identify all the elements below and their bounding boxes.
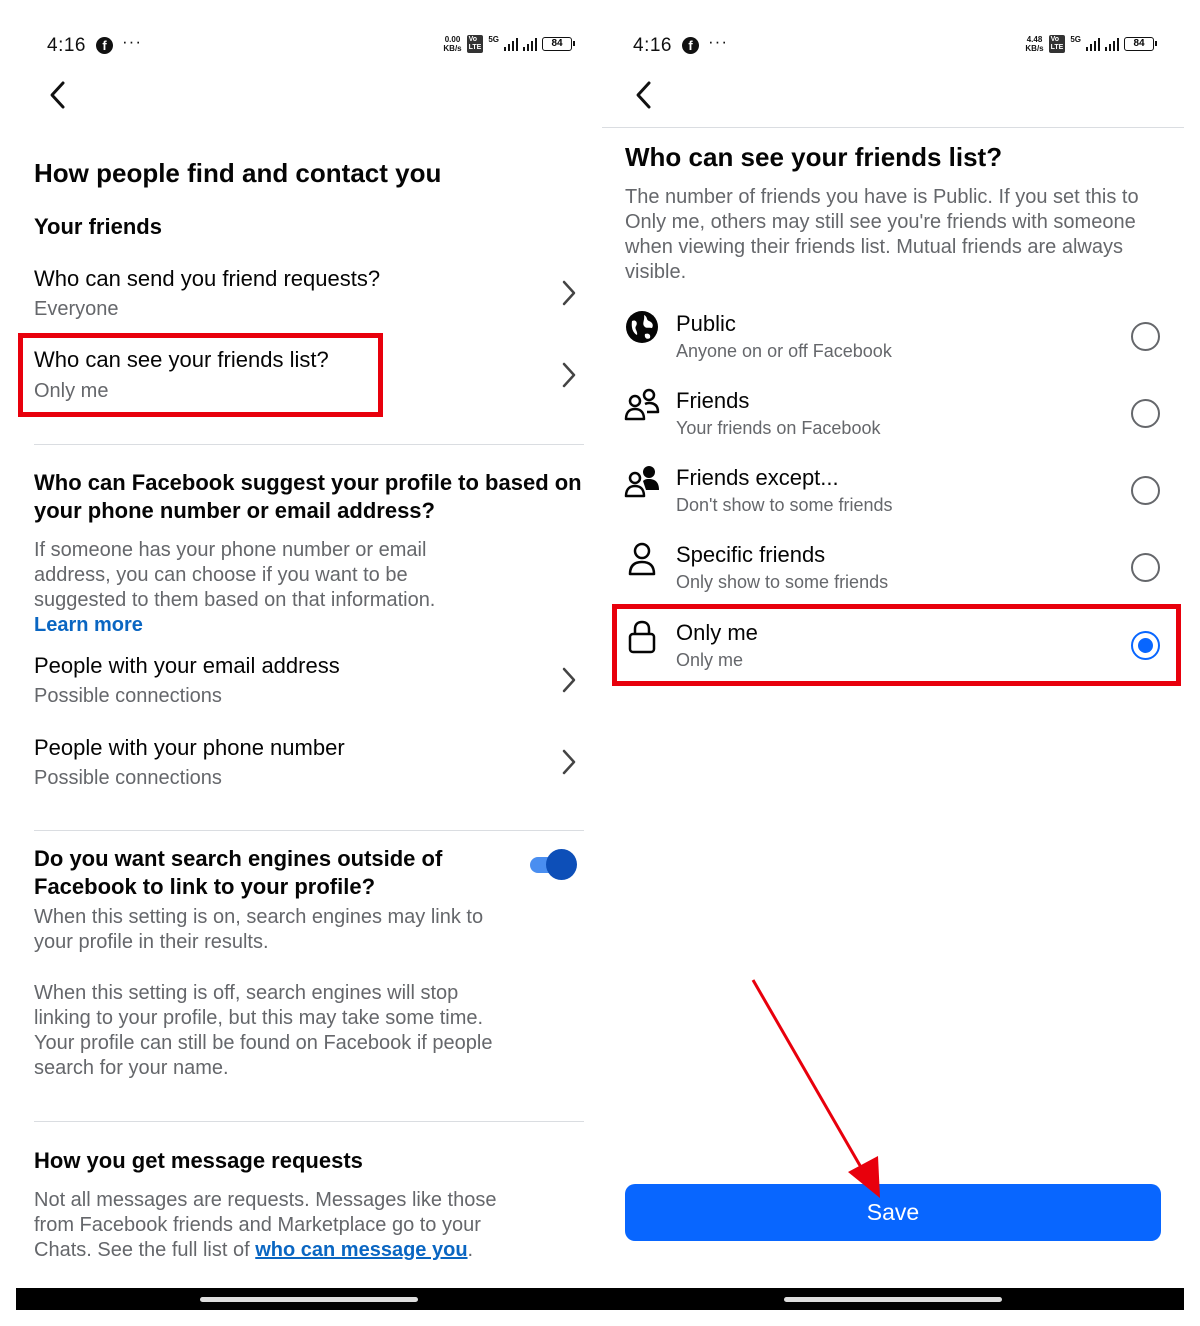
option-title: Friends except... [676, 465, 839, 490]
row-title: Who can send you friend requests? [34, 266, 381, 291]
network-type: 5G [488, 35, 499, 44]
header-divider [602, 127, 1184, 128]
status-bar: 4:16 f ··· 0.00 KB/s Vo LTE 5G 84 [16, 30, 602, 60]
globe-icon [626, 311, 658, 343]
back-arrow-icon[interactable] [45, 78, 71, 112]
more-notifications-icon: ··· [122, 32, 142, 51]
dialog-description: The number of friends you have is Public… [625, 186, 1139, 283]
divider [34, 1121, 584, 1122]
section-message-requests: How you get message requests [34, 1148, 363, 1173]
left-screen: 4:16 f ··· 0.00 KB/s Vo LTE 5G 84 How peo… [16, 0, 602, 1310]
facebook-notification-icon: f [96, 37, 113, 54]
chevron-right-icon [562, 280, 576, 306]
status-time: 4:16 [47, 35, 86, 56]
option-subtitle: Your friends on Facebook [676, 418, 881, 438]
more-notifications-icon: ··· [708, 32, 728, 51]
right-screen: 4:16 f ··· 4.48 KB/s Vo LTE 5G 84 Who can… [602, 0, 1184, 1310]
home-indicator[interactable] [200, 1297, 418, 1302]
chevron-right-icon [562, 749, 576, 775]
facebook-notification-icon: f [682, 37, 699, 54]
navigation-bar [16, 1288, 602, 1310]
dialog-title: Who can see your friends list? [625, 142, 1003, 172]
signal-icon [1086, 37, 1100, 51]
back-arrow-icon[interactable] [631, 78, 657, 112]
section-your-friends: Your friends [34, 214, 162, 239]
option-subtitle: Anyone on or off Facebook [676, 341, 892, 361]
radio-friends[interactable] [1131, 399, 1160, 428]
battery-icon: 84 [542, 37, 575, 51]
option-subtitle: Don't show to some friends [676, 495, 893, 515]
who-can-message-link[interactable]: who can message you [255, 1239, 467, 1261]
suggest-description: If someone has your phone number or emai… [34, 539, 436, 636]
divider [34, 444, 584, 445]
learn-more-link[interactable]: Learn more [34, 614, 143, 636]
chevron-right-icon [562, 362, 576, 388]
friends-icon [624, 388, 660, 421]
section-suggest-profile: Who can Facebook suggest your profile to… [34, 470, 582, 523]
radio-public[interactable] [1131, 322, 1160, 351]
signal-icon [504, 37, 518, 51]
battery-icon: 84 [1124, 37, 1157, 51]
signal-icon-2 [523, 37, 537, 51]
volte-icon: Vo LTE [466, 35, 484, 53]
row-subtitle: Everyone [34, 298, 119, 320]
network-speed: 0.00 KB/s [443, 35, 462, 53]
row-title: People with your email address [34, 653, 340, 678]
network-type: 5G [1070, 35, 1081, 44]
option-title: Friends [676, 388, 750, 413]
highlight-box [612, 604, 1181, 686]
section-search-engines: Do you want search engines outside of Fa… [34, 846, 443, 899]
person-icon [628, 542, 656, 576]
status-bar: 4:16 f ··· 4.48 KB/s Vo LTE 5G 84 [602, 30, 1184, 60]
option-subtitle: Only show to some friends [676, 572, 889, 592]
search-off-description: When this setting is off, search engines… [34, 982, 493, 1079]
row-title: People with your phone number [34, 735, 345, 760]
row-subtitle: Possible connections [34, 685, 222, 707]
volte-icon: Vo LTE [1048, 35, 1066, 53]
row-subtitle: Possible connections [34, 767, 222, 789]
search-on-description: When this setting is on, search engines … [34, 906, 484, 953]
network-speed: 4.48 KB/s [1025, 35, 1044, 53]
navigation-bar [602, 1288, 1184, 1310]
messages-description: Not all messages are requests. Messages … [34, 1189, 497, 1261]
option-title: Public [676, 311, 736, 336]
divider [34, 830, 584, 831]
option-title: Specific friends [676, 542, 826, 567]
friends-except-icon [624, 466, 659, 498]
search-engine-toggle[interactable] [530, 848, 578, 880]
chevron-right-icon [562, 667, 576, 693]
page-title: How people find and contact you [34, 158, 442, 188]
signal-icon-2 [1105, 37, 1119, 51]
highlight-box [18, 333, 383, 417]
radio-friends-except[interactable] [1131, 476, 1160, 505]
status-time: 4:16 [633, 35, 672, 56]
home-indicator[interactable] [784, 1297, 1002, 1302]
radio-specific-friends[interactable] [1131, 553, 1160, 582]
save-button[interactable]: Save [625, 1184, 1161, 1241]
